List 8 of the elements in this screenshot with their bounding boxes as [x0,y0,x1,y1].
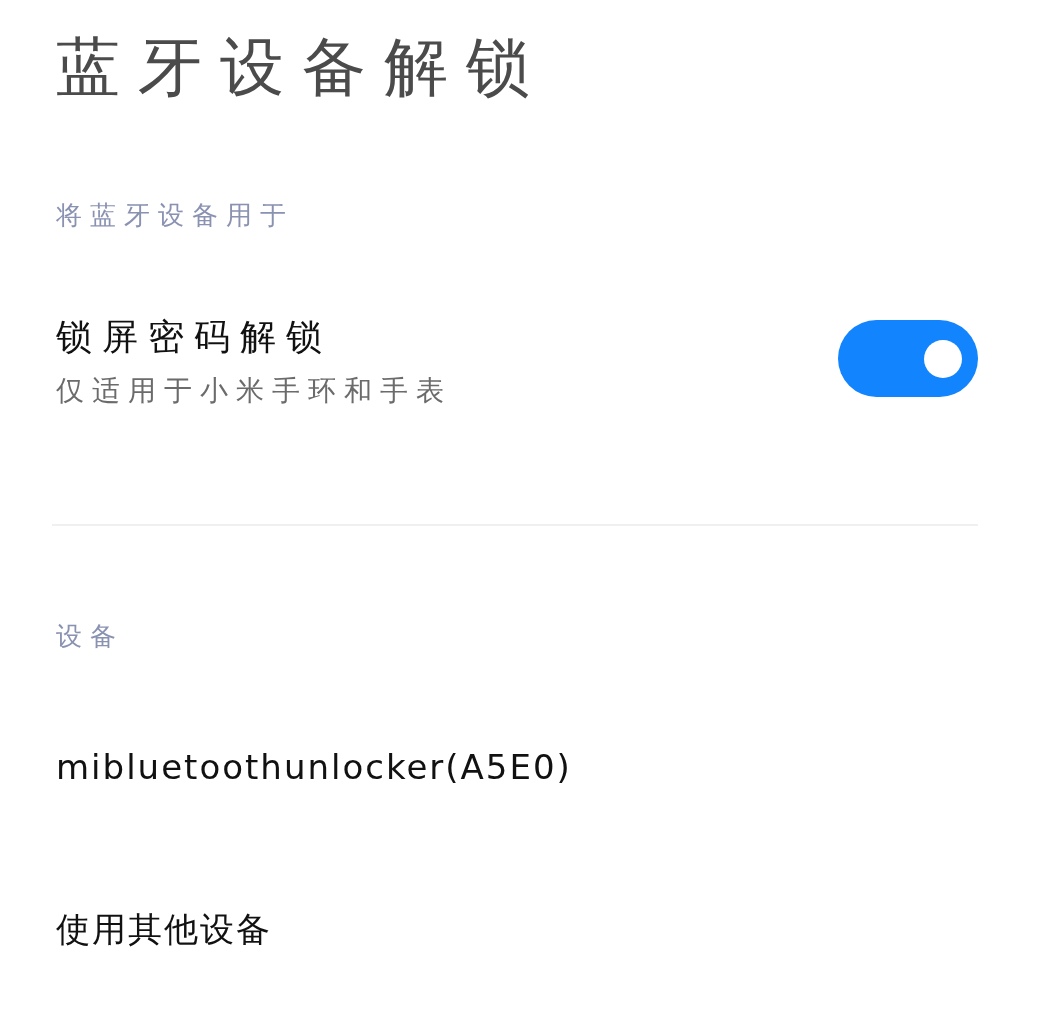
page-title: 蓝牙设备解锁 [56,29,548,106]
setting-label: 锁屏密码解锁 [56,315,332,359]
device-item[interactable]: mibluetoothunlocker(A5E0) [56,737,572,797]
section-header: 将蓝牙设备用于 [56,199,294,232]
device-item[interactable]: 使用其他设备 [56,899,272,959]
setting-summary: 仅适用于小米手环和手表 [56,373,452,409]
switch-thumb [924,339,962,378]
section-header: 设备 [56,620,124,653]
